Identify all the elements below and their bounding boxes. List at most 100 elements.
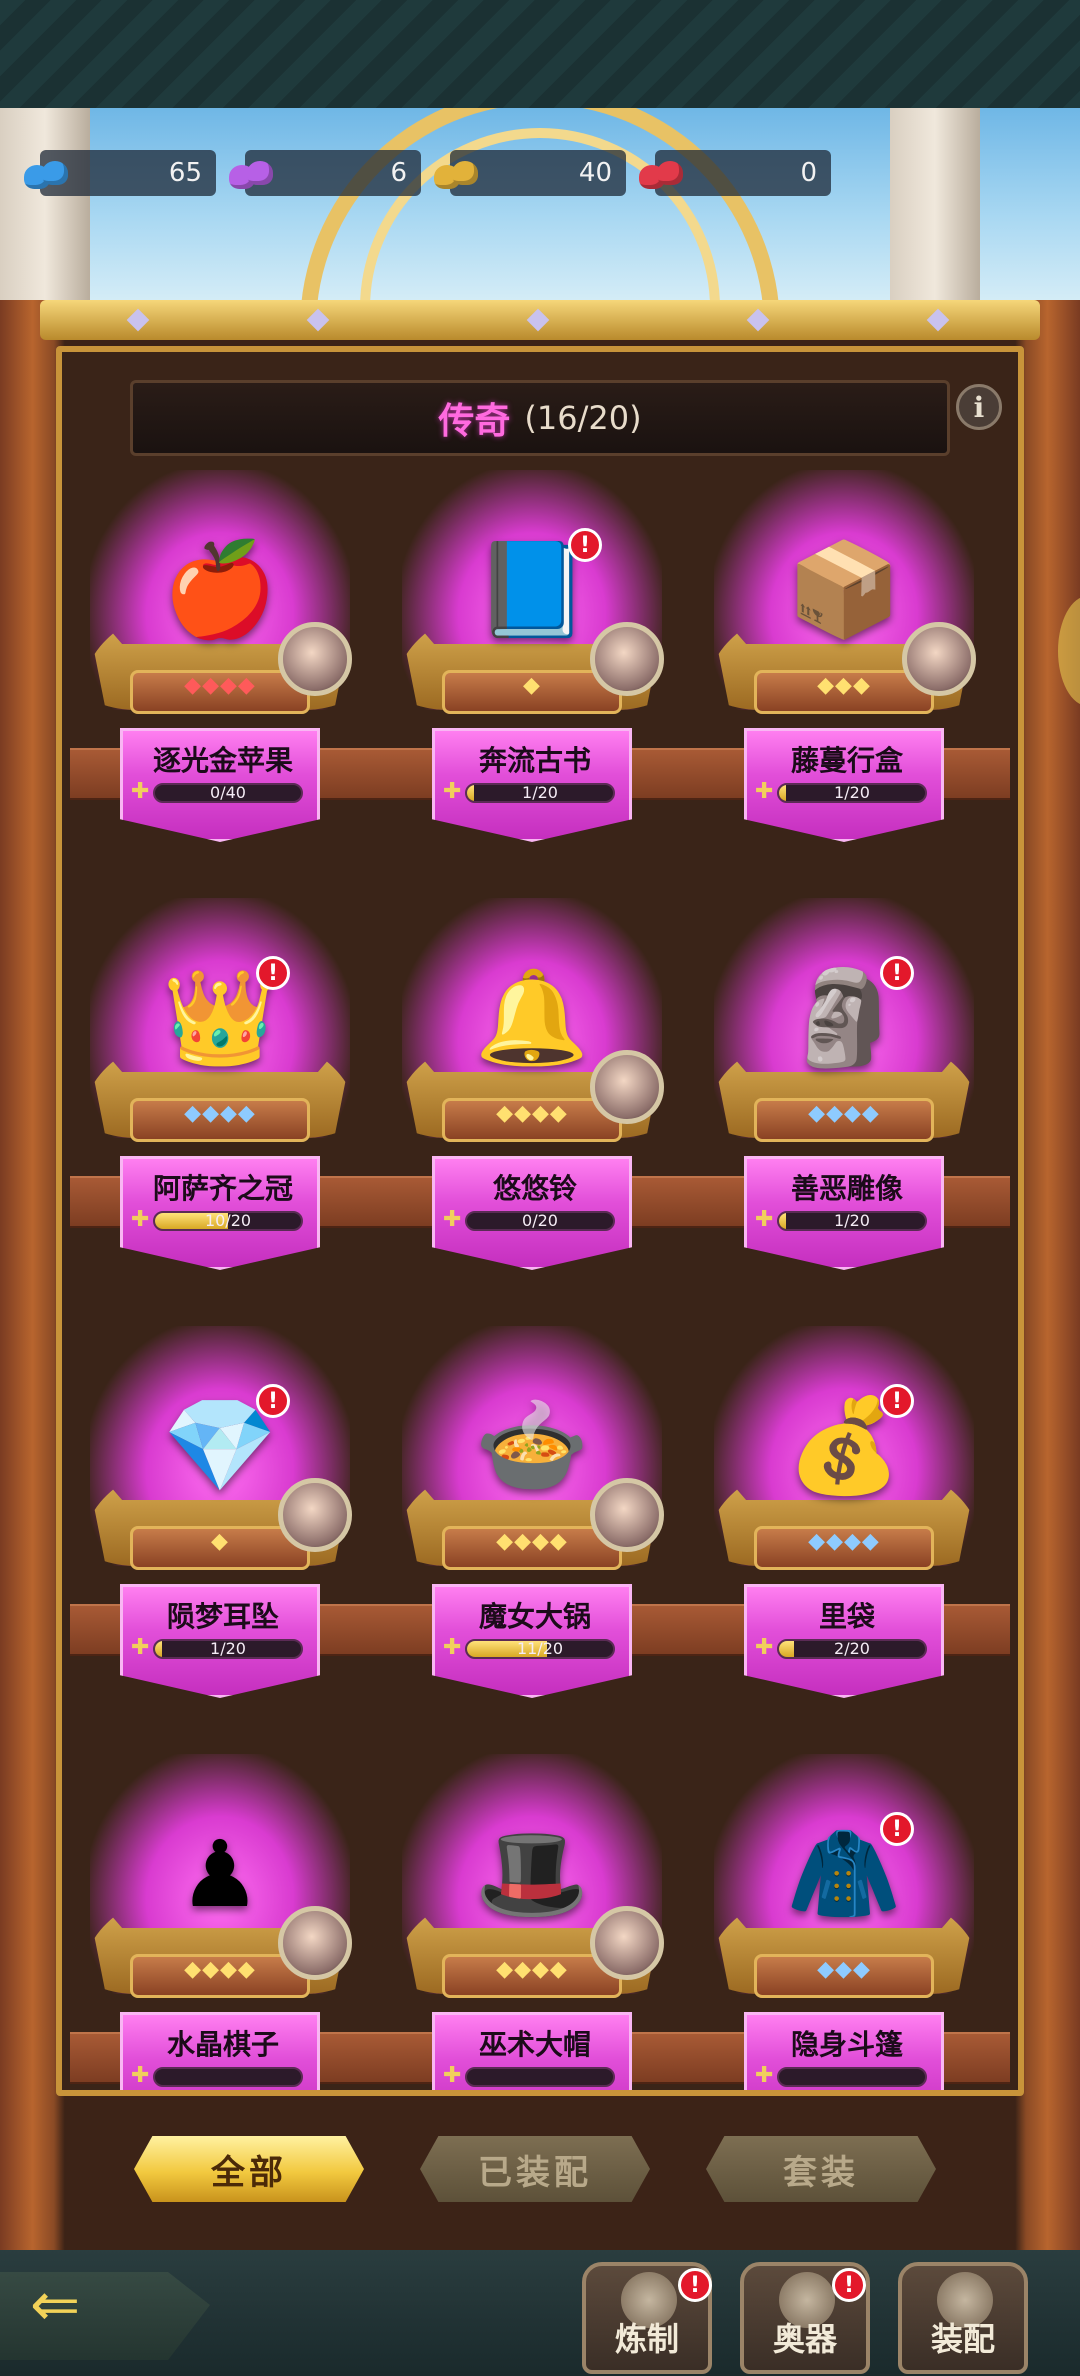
filter-set-button[interactable]: 套装: [706, 2136, 936, 2202]
artifact-card[interactable]: ◆◆◆ 🧥 隐身斗篷 ✚ !: [694, 1754, 994, 2090]
nav-equip-button[interactable]: 装配: [898, 2262, 1028, 2374]
frame-top-bar: [40, 300, 1040, 340]
shard-progress-text: 2/20: [834, 1639, 870, 1658]
blue-crystal-icon: [20, 153, 74, 193]
shard-progress-text: 1/20: [834, 783, 870, 802]
hero-avatar: [278, 1906, 352, 1980]
artifact-emoji: 📦: [786, 536, 902, 643]
artifact-emoji: ♟: [178, 1820, 262, 1928]
purple-crystal-icon: [225, 153, 279, 193]
currency-blue: 65: [24, 150, 216, 196]
pillar-right: [890, 108, 980, 308]
currency-value: 0: [800, 158, 817, 188]
artifact-card[interactable]: ◆◆◆◆ 🎩 巫术大帽 ✚: [382, 1754, 682, 2090]
artifact-name: 奔流古书: [478, 744, 591, 777]
artifact-label: 隐身斗篷 ✚: [744, 2012, 944, 2090]
artifact-label: 陨梦耳坠 ✚ 1/20: [120, 1584, 320, 1698]
artifact-emoji: 🎩: [474, 1820, 590, 1927]
shard-progress-text: 1/20: [210, 1639, 246, 1658]
upgrade-alert-badge: !: [880, 1812, 914, 1846]
artifact-card[interactable]: ◆◆◆◆ 💰 里袋 ✚ 2/20 !: [694, 1326, 994, 1746]
artifact-label: 水晶棋子 ✚: [120, 2012, 320, 2090]
artifact-icon: 🔔: [472, 958, 592, 1078]
artifact-icon: 📦: [784, 530, 904, 650]
filter-all-button[interactable]: 全部: [134, 2136, 364, 2202]
artifact-name: 里袋: [818, 1600, 875, 1633]
hero-avatar: [278, 1478, 352, 1552]
artifact-name: 悠悠铃: [492, 1172, 577, 1205]
artifact-card[interactable]: ◆◆◆◆ ♟ 水晶棋子 ✚: [70, 1754, 370, 2090]
artifact-label: 悠悠铃 ✚ 0/20: [432, 1156, 632, 1270]
puzzle-piece-icon: ✚: [131, 1635, 150, 1660]
shard-progress-text: 1/20: [834, 1211, 870, 1230]
artifact-label: 阿萨齐之冠 ✚ 10/20: [120, 1156, 320, 1270]
top-band: [0, 0, 1080, 108]
star-rating: ◆◆◆: [817, 1956, 871, 1982]
artifact-icon: ♟: [160, 1814, 280, 1934]
currency-value: 6: [390, 158, 407, 188]
artifact-label: 魔女大锅 ✚ 11/20: [432, 1584, 632, 1698]
artifact-emoji: 🍲: [474, 1392, 590, 1499]
palace-background: [0, 108, 1080, 308]
info-button[interactable]: i: [956, 384, 1002, 430]
artifact-icon: 🍲: [472, 1386, 592, 1506]
puzzle-piece-icon: ✚: [443, 1207, 462, 1232]
shard-progress-bar: [153, 2067, 303, 2087]
artifact-card[interactable]: ◆◆◆◆ 🗿 善恶雕像 ✚ 1/20 !: [694, 898, 994, 1318]
artifact-alert-badge: !: [832, 2268, 866, 2302]
artifact-name: 陨梦耳坠: [166, 1600, 279, 1633]
artifact-name: 善恶雕像: [790, 1172, 903, 1205]
nav-forge-label: 炼制: [614, 2320, 679, 2358]
artifact-card[interactable]: ◆◆◆◆ 🍎 逐光金苹果 ✚ 0/40: [70, 470, 370, 890]
artifact-label: 奔流古书 ✚ 1/20: [432, 728, 632, 842]
upgrade-alert-badge: !: [568, 528, 602, 562]
shard-progress-bar: [777, 2067, 927, 2087]
pillar-left: [0, 108, 90, 308]
puzzle-piece-icon: ✚: [443, 779, 462, 804]
artifact-card[interactable]: ◆ 📘 奔流古书 ✚ 1/20 !: [382, 470, 682, 890]
hero-avatar: [590, 1906, 664, 1980]
star-rating: ◆◆◆◆: [808, 1100, 880, 1126]
currency-gold: 40: [434, 150, 626, 196]
shard-progress-bar: 1/20: [465, 783, 615, 803]
puzzle-piece-icon: ✚: [443, 2063, 462, 2088]
artifact-icon: 🎩: [472, 1814, 592, 1934]
shard-progress-text: 10/20: [204, 1211, 252, 1230]
artifact-label: 逐光金苹果 ✚ 0/40: [120, 728, 320, 842]
artifact-card[interactable]: ◆◆◆◆ 🍲 魔女大锅 ✚ 11/20: [382, 1326, 682, 1746]
artifact-icon: 🍎: [160, 530, 280, 650]
hero-avatar: [590, 1478, 664, 1552]
rarity-header: 传奇 (16/20): [130, 380, 950, 456]
hero-avatar: [902, 622, 976, 696]
red-crystal-icon: [635, 153, 689, 193]
shard-progress-text: 0/20: [522, 1211, 558, 1230]
artifact-emoji: 🔔: [474, 964, 590, 1071]
nav-equip-label: 装配: [930, 2320, 995, 2358]
shard-progress-text: 0/40: [210, 783, 246, 802]
back-arrow-icon: ⇐: [30, 2270, 81, 2340]
shard-progress-text: 1/20: [522, 783, 558, 802]
star-rating: ◆◆◆◆: [184, 1100, 256, 1126]
puzzle-piece-icon: ✚: [755, 2063, 774, 2088]
currency-purple: 6: [229, 150, 421, 196]
artifact-card[interactable]: ◆ 💎 陨梦耳坠 ✚ 1/20 !: [70, 1326, 370, 1746]
artifact-card[interactable]: ◆◆◆◆ 👑 阿萨齐之冠 ✚ 10/20 !: [70, 898, 370, 1318]
puzzle-piece-icon: ✚: [131, 2063, 150, 2088]
artifact-name: 魔女大锅: [478, 1600, 591, 1633]
artifact-card[interactable]: ◆◆◆ 📦 藤蔓行盒 ✚ 1/20: [694, 470, 994, 890]
shard-progress-bar: 1/20: [777, 1211, 927, 1231]
currency-value: 40: [578, 158, 612, 188]
artifact-name: 巫术大帽: [478, 2028, 591, 2061]
filter-equipped-button[interactable]: 已装配: [420, 2136, 650, 2202]
shard-progress-bar: 11/20: [465, 1639, 615, 1659]
upgrade-alert-badge: !: [256, 1384, 290, 1418]
shard-progress-text: 11/20: [516, 1639, 564, 1658]
artifact-label: 里袋 ✚ 2/20: [744, 1584, 944, 1698]
upgrade-alert-badge: !: [256, 956, 290, 990]
artifact-card[interactable]: ◆◆◆◆ 🔔 悠悠铃 ✚ 0/20: [382, 898, 682, 1318]
puzzle-piece-icon: ✚: [443, 1635, 462, 1660]
forge-alert-badge: !: [678, 2268, 712, 2302]
artifact-name: 隐身斗篷: [790, 2028, 903, 2061]
gold-crystal-icon: [430, 153, 484, 193]
puzzle-piece-icon: ✚: [131, 1207, 150, 1232]
